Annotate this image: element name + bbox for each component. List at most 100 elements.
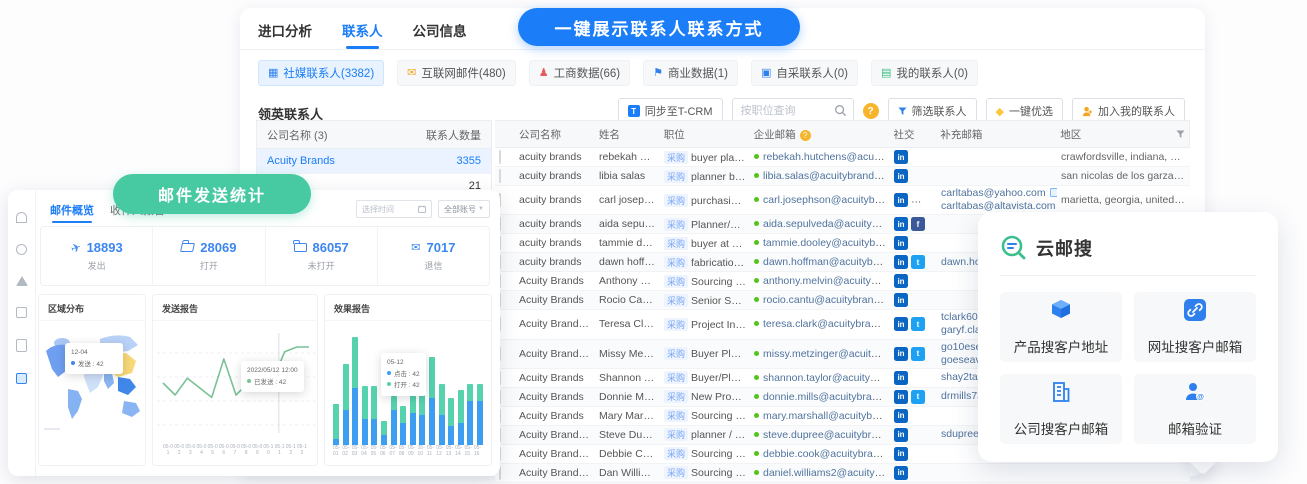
buyer-tag: 采购 [664, 409, 688, 422]
source-chip-2[interactable]: ♟工商数据(66) [529, 60, 630, 86]
briefcase-icon[interactable] [16, 307, 27, 318]
tw-badge-icon[interactable]: t [911, 317, 925, 331]
打开-segment [371, 386, 377, 419]
cloud-action-1[interactable]: 网址搜客户邮箱 [1134, 292, 1256, 362]
copy-icon[interactable] [1050, 188, 1057, 197]
send-nav-icon[interactable] [16, 276, 28, 286]
x-tick: 05-09 [408, 445, 417, 457]
fb-badge-icon[interactable]: f [911, 217, 925, 231]
cell-name: aida sepulveda [595, 217, 660, 231]
cloud-action-3[interactable]: @邮箱验证 [1134, 374, 1256, 444]
in-badge-icon[interactable]: in [894, 447, 908, 461]
in-badge-icon[interactable]: in [894, 236, 908, 250]
contact-row[interactable]: acuity brandscarl josephson采购purchasing … [495, 186, 1190, 215]
in-badge-icon[interactable]: in [894, 317, 908, 331]
contact-row[interactable]: Acuity Brands LightingDan Williams采购Sour… [495, 464, 1190, 483]
in-badge-icon[interactable]: in [894, 466, 908, 480]
in-badge-icon[interactable]: in [894, 390, 908, 404]
tw-badge-icon[interactable]: t [911, 255, 925, 269]
点击-segment [343, 410, 349, 445]
stacked-bar[interactable] [419, 392, 425, 445]
mail-calendar-icon[interactable] [16, 373, 27, 384]
tw-badge-icon[interactable]: t [911, 347, 925, 361]
in-badge-icon[interactable]: in [894, 255, 908, 269]
company-row[interactable]: Acuity Brands3355 [257, 149, 491, 174]
date-range-input[interactable]: 选择时间 [356, 200, 432, 218]
stacked-bar[interactable] [429, 357, 435, 445]
cell-title: 采购planner / buyer / pr [660, 427, 750, 442]
cell-email: dawn.hoffman@acuitybrands.com [750, 255, 890, 269]
contact-source-chips: ▦社媒联系人(3382) ✉互联网邮件(480) ♟工商数据(66) ⚑商业数据(1)… [258, 60, 978, 86]
account-select[interactable]: 全部账号 ▼ [438, 200, 490, 218]
cloud-action-2[interactable]: 公司搜客户邮箱 [1000, 374, 1122, 444]
email-stats-panel: 邮件概览 收件人报告 选择时间 全部账号 ▼ ✈18893发出28069打开86… [8, 190, 500, 476]
source-chip-1[interactable]: ✉互联网邮件(480) [397, 60, 516, 86]
valid-email-dot-icon [754, 351, 759, 356]
in-badge-icon[interactable]: in [894, 193, 908, 207]
stacked-bar[interactable] [448, 398, 454, 445]
stacked-bar[interactable] [458, 390, 464, 445]
in-badge-icon[interactable]: in [894, 371, 908, 385]
stacked-bar[interactable] [391, 396, 397, 445]
valid-email-dot-icon [754, 321, 759, 326]
stacked-bar[interactable] [362, 386, 368, 445]
source-chip-3[interactable]: ⚑商业数据(1) [643, 60, 738, 86]
stacked-bar[interactable] [477, 384, 483, 445]
stacked-bar[interactable] [400, 406, 406, 445]
source-chip-0[interactable]: ▦社媒联系人(3382) [258, 60, 384, 86]
cell-name: rebekah hutchens [595, 150, 660, 164]
row-checkbox[interactable] [499, 150, 501, 164]
in-badge-icon[interactable]: in [894, 293, 908, 307]
in-badge-icon[interactable]: in [894, 409, 908, 423]
cell-email: steve.dupree@acuitybrands.com [750, 428, 890, 442]
building-icon [1049, 380, 1073, 409]
cell-title: 采购Buyer Planner [660, 346, 750, 361]
region-filter-icon[interactable] [1176, 130, 1185, 139]
report-icon[interactable] [16, 339, 27, 352]
chip-label: 商业数据(1) [668, 65, 728, 81]
cell-title: 采购buyer at acuity bran [660, 236, 750, 251]
contacts-icon[interactable] [16, 244, 27, 255]
source-chip-5[interactable]: ▤我的联系人(0) [871, 60, 978, 86]
打开-segment [429, 357, 435, 398]
打开-segment [467, 384, 473, 401]
stacked-bar[interactable] [352, 337, 358, 445]
in-badge-icon[interactable]: in [894, 274, 908, 288]
x-tick: 05-07 [389, 445, 398, 457]
cloud-action-0[interactable]: 产品搜客户地址 [1000, 292, 1122, 362]
tab-contacts[interactable]: 联系人 [342, 20, 383, 49]
contact-row[interactable]: acuity brandsrebekah hutchens采购buyer pla… [495, 148, 1190, 167]
row-checkbox[interactable] [499, 169, 501, 183]
in-badge-icon[interactable]: in [894, 347, 908, 361]
tab-company-info[interactable]: 公司信息 [413, 20, 467, 49]
打开-segment [458, 390, 464, 423]
tw-badge-icon[interactable]: t [928, 193, 937, 207]
home-icon[interactable] [16, 212, 27, 223]
source-chip-4[interactable]: ▣自采联系人(0) [751, 60, 858, 86]
stacked-bar[interactable] [343, 364, 349, 445]
cell-social: int [890, 346, 937, 362]
tw-badge-icon[interactable]: t [911, 390, 925, 404]
help-coin-icon[interactable]: ? [863, 103, 879, 119]
contact-row[interactable]: acuity brandslibia salas采购planner buyerl… [495, 167, 1190, 186]
in-badge-icon[interactable]: in [894, 428, 908, 442]
chip-label: 社媒联系人(3382) [283, 65, 374, 81]
点击-segment [362, 419, 368, 445]
tcrm-icon: T [628, 105, 640, 117]
tab-import-analysis[interactable]: 进口分析 [258, 20, 312, 49]
gem-icon: ◆ [996, 105, 1004, 118]
verified-info-icon[interactable]: ? [800, 130, 811, 141]
stacked-bar[interactable] [439, 384, 445, 445]
in-badge-icon[interactable]: in [894, 169, 908, 183]
stacked-bar[interactable] [381, 421, 387, 445]
person-icon: ♟ [539, 68, 549, 79]
x-tick: 05-06 [219, 444, 229, 456]
email-text: rocio.cantu@acuitybrands.com [763, 294, 890, 306]
stacked-bar[interactable] [467, 384, 473, 445]
in-badge-icon[interactable]: in [894, 150, 908, 164]
stacked-bar[interactable] [371, 386, 377, 445]
tab-mail-overview[interactable]: 邮件概览 [50, 202, 94, 223]
in-badge-icon[interactable]: in [894, 217, 908, 231]
stacked-bar[interactable] [333, 404, 339, 445]
search-icon[interactable] [834, 104, 847, 117]
